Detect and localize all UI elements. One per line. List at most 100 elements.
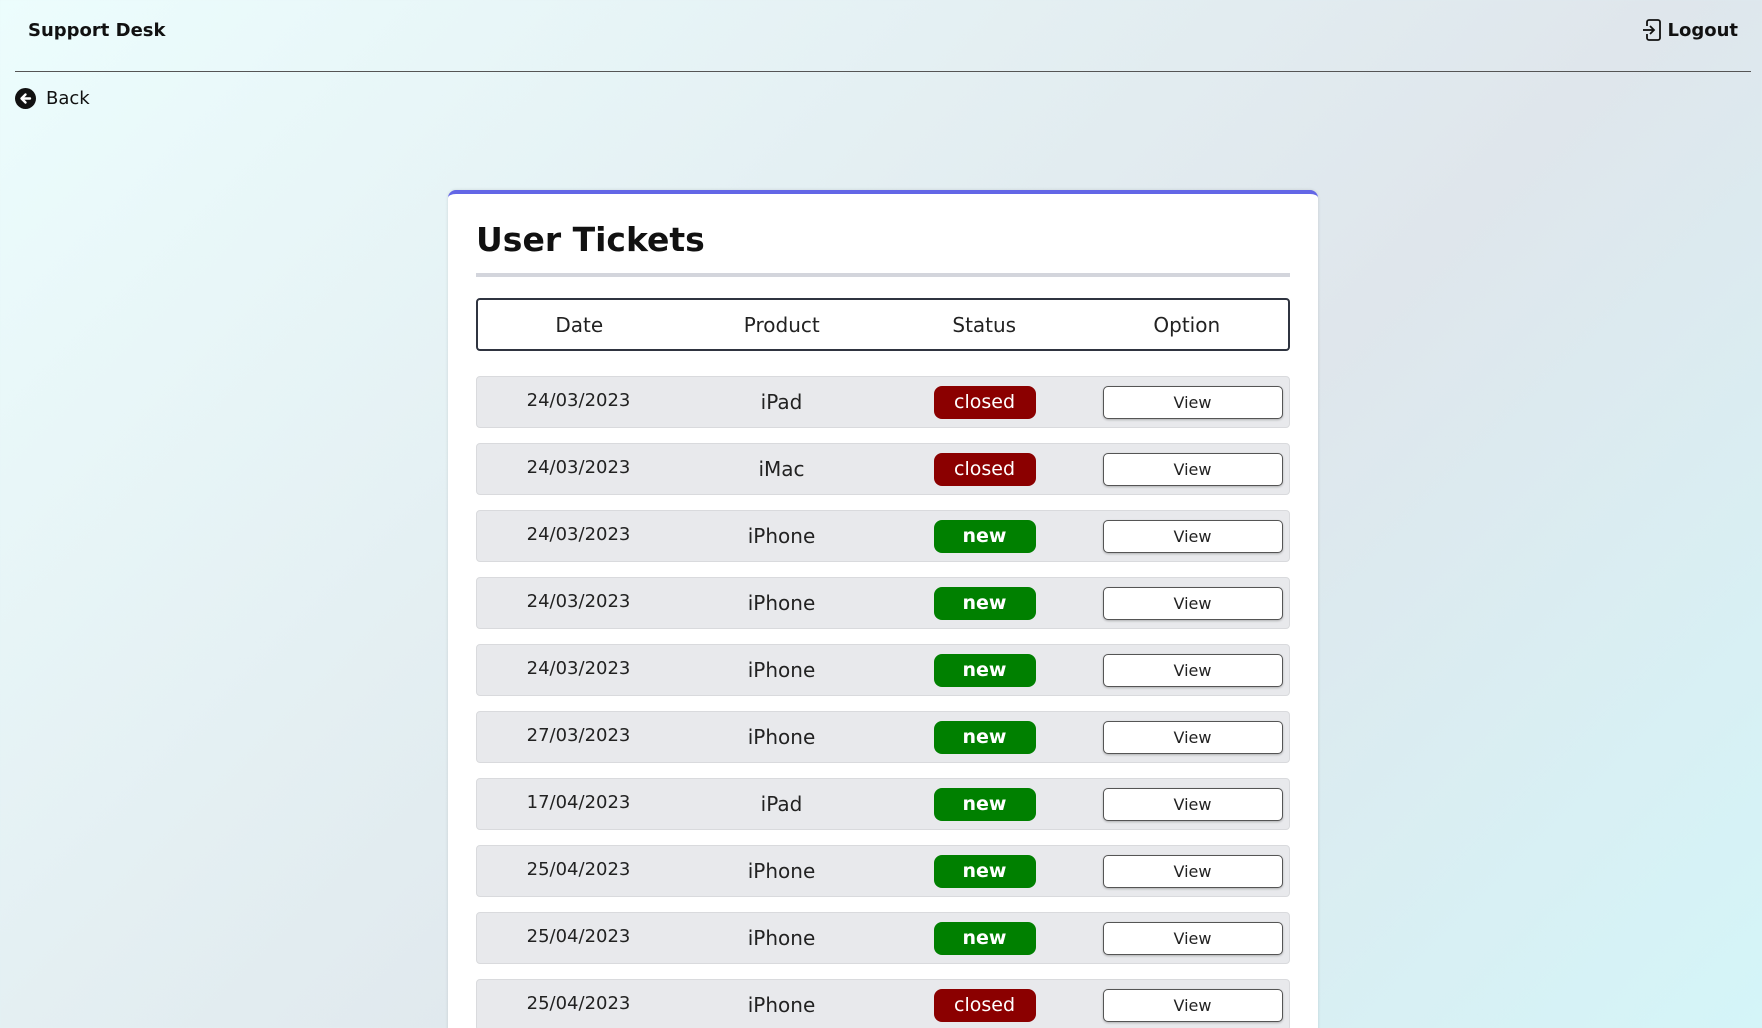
status-badge: new: [933, 921, 1036, 955]
ticket-status-cell: new: [883, 787, 1086, 821]
brand-link[interactable]: Support Desk: [28, 20, 166, 41]
view-ticket-button[interactable]: View: [1102, 988, 1283, 1022]
status-badge: new: [933, 720, 1036, 754]
ticket-date-cell: 25/04/2023: [477, 993, 680, 1014]
ticket-product-cell: iPhone: [680, 926, 883, 950]
ticket-product: iMac: [758, 457, 805, 481]
ticket-product: iPhone: [747, 524, 816, 548]
ticket-date: 25/04/2023: [526, 992, 631, 1014]
ticket-product-cell: iMac: [680, 457, 883, 481]
view-ticket-button[interactable]: View: [1102, 653, 1283, 687]
ticket-status-cell: new: [883, 720, 1086, 754]
ticket-product: iPhone: [747, 859, 816, 883]
logout-icon: [1642, 19, 1662, 41]
status-badge: new: [933, 519, 1036, 553]
ticket-row: 24/03/2023 iPhone new View: [476, 510, 1290, 562]
ticket-date: 25/04/2023: [526, 925, 631, 947]
ticket-row: 27/03/2023 iPhone new View: [476, 711, 1290, 763]
ticket-product: iPhone: [747, 993, 816, 1017]
ticket-date: 17/04/2023: [526, 791, 631, 813]
ticket-date: 24/03/2023: [526, 523, 631, 545]
column-header-date: Date: [555, 312, 604, 337]
ticket-status-cell: new: [883, 921, 1086, 955]
view-ticket-button[interactable]: View: [1102, 586, 1283, 620]
ticket-date-cell: 25/04/2023: [477, 926, 680, 947]
ticket-row: 24/03/2023 iPhone new View: [476, 577, 1290, 629]
view-ticket-button[interactable]: View: [1102, 921, 1283, 955]
ticket-date-cell: 25/04/2023: [477, 859, 680, 880]
ticket-list: 24/03/2023 iPad closed View 24/03/2023 iMac cl…: [476, 376, 1290, 1028]
view-ticket-button[interactable]: View: [1102, 519, 1283, 553]
ticket-date-cell: 27/03/2023: [477, 725, 680, 746]
ticket-product-cell: iPhone: [680, 725, 883, 749]
column-header-option: Option: [1153, 312, 1221, 337]
view-ticket-button[interactable]: View: [1102, 452, 1283, 486]
ticket-row: 24/03/2023 iMac closed View: [476, 443, 1290, 495]
ticket-status-cell: closed: [883, 988, 1086, 1022]
status-badge: closed: [933, 452, 1036, 486]
status-badge: new: [933, 787, 1036, 821]
ticket-product: iPhone: [747, 658, 816, 682]
ticket-product-cell: iPad: [680, 792, 883, 816]
ticket-row: 17/04/2023 iPad new View: [476, 778, 1290, 830]
status-badge: closed: [933, 385, 1036, 419]
ticket-product: iPad: [760, 390, 803, 414]
ticket-option-cell: View: [1086, 787, 1289, 821]
ticket-option-cell: View: [1086, 988, 1289, 1022]
ticket-option-cell: View: [1086, 519, 1289, 553]
ticket-product-cell: iPhone: [680, 993, 883, 1017]
view-ticket-button[interactable]: View: [1102, 385, 1283, 419]
ticket-date-cell: 24/03/2023: [477, 658, 680, 679]
view-ticket-button[interactable]: View: [1102, 854, 1283, 888]
logout-button[interactable]: Logout: [1642, 19, 1738, 41]
ticket-option-cell: View: [1086, 452, 1289, 486]
back-button[interactable]: Back: [15, 88, 90, 109]
ticket-product: iPad: [760, 792, 803, 816]
ticket-date-cell: 24/03/2023: [477, 457, 680, 478]
ticket-row: 25/04/2023 iPhone new View: [476, 912, 1290, 964]
status-badge: new: [933, 653, 1036, 687]
ticket-product: iPhone: [747, 926, 816, 950]
ticket-option-cell: View: [1086, 385, 1289, 419]
ticket-date: 27/03/2023: [526, 724, 631, 746]
table-header: Date Product Status Option: [476, 298, 1290, 351]
ticket-option-cell: View: [1086, 854, 1289, 888]
ticket-status-cell: closed: [883, 452, 1086, 486]
ticket-product-cell: iPhone: [680, 658, 883, 682]
top-header: Support Desk Logout: [15, 0, 1751, 72]
ticket-date: 24/03/2023: [526, 389, 631, 411]
tickets-card: User Tickets Date Product Status Option …: [448, 190, 1318, 1028]
ticket-row: 24/03/2023 iPhone new View: [476, 644, 1290, 696]
ticket-product-cell: iPhone: [680, 859, 883, 883]
ticket-option-cell: View: [1086, 720, 1289, 754]
ticket-date: 24/03/2023: [526, 590, 631, 612]
ticket-product-cell: iPad: [680, 390, 883, 414]
ticket-option-cell: View: [1086, 921, 1289, 955]
logout-label: Logout: [1667, 19, 1738, 41]
back-label: Back: [46, 88, 90, 109]
ticket-status-cell: new: [883, 653, 1086, 687]
status-badge: new: [933, 854, 1036, 888]
view-ticket-button[interactable]: View: [1102, 787, 1283, 821]
ticket-date-cell: 24/03/2023: [477, 591, 680, 612]
ticket-date-cell: 24/03/2023: [477, 524, 680, 545]
ticket-product: iPhone: [747, 725, 816, 749]
page-title: User Tickets: [476, 220, 705, 259]
ticket-product-cell: iPhone: [680, 591, 883, 615]
ticket-date: 24/03/2023: [526, 657, 631, 679]
view-ticket-button[interactable]: View: [1102, 720, 1283, 754]
ticket-status-cell: new: [883, 519, 1086, 553]
ticket-date-cell: 17/04/2023: [477, 792, 680, 813]
column-header-status: Status: [952, 312, 1017, 337]
ticket-row: 25/04/2023 iPhone new View: [476, 845, 1290, 897]
title-divider: [476, 273, 1290, 277]
arrow-left-circle-icon: [15, 88, 36, 109]
ticket-product-cell: iPhone: [680, 524, 883, 548]
ticket-product: iPhone: [747, 591, 816, 615]
ticket-status-cell: closed: [883, 385, 1086, 419]
ticket-option-cell: View: [1086, 653, 1289, 687]
column-header-product: Product: [743, 312, 820, 337]
ticket-row: 24/03/2023 iPad closed View: [476, 376, 1290, 428]
status-badge: closed: [933, 988, 1036, 1022]
ticket-status-cell: new: [883, 854, 1086, 888]
